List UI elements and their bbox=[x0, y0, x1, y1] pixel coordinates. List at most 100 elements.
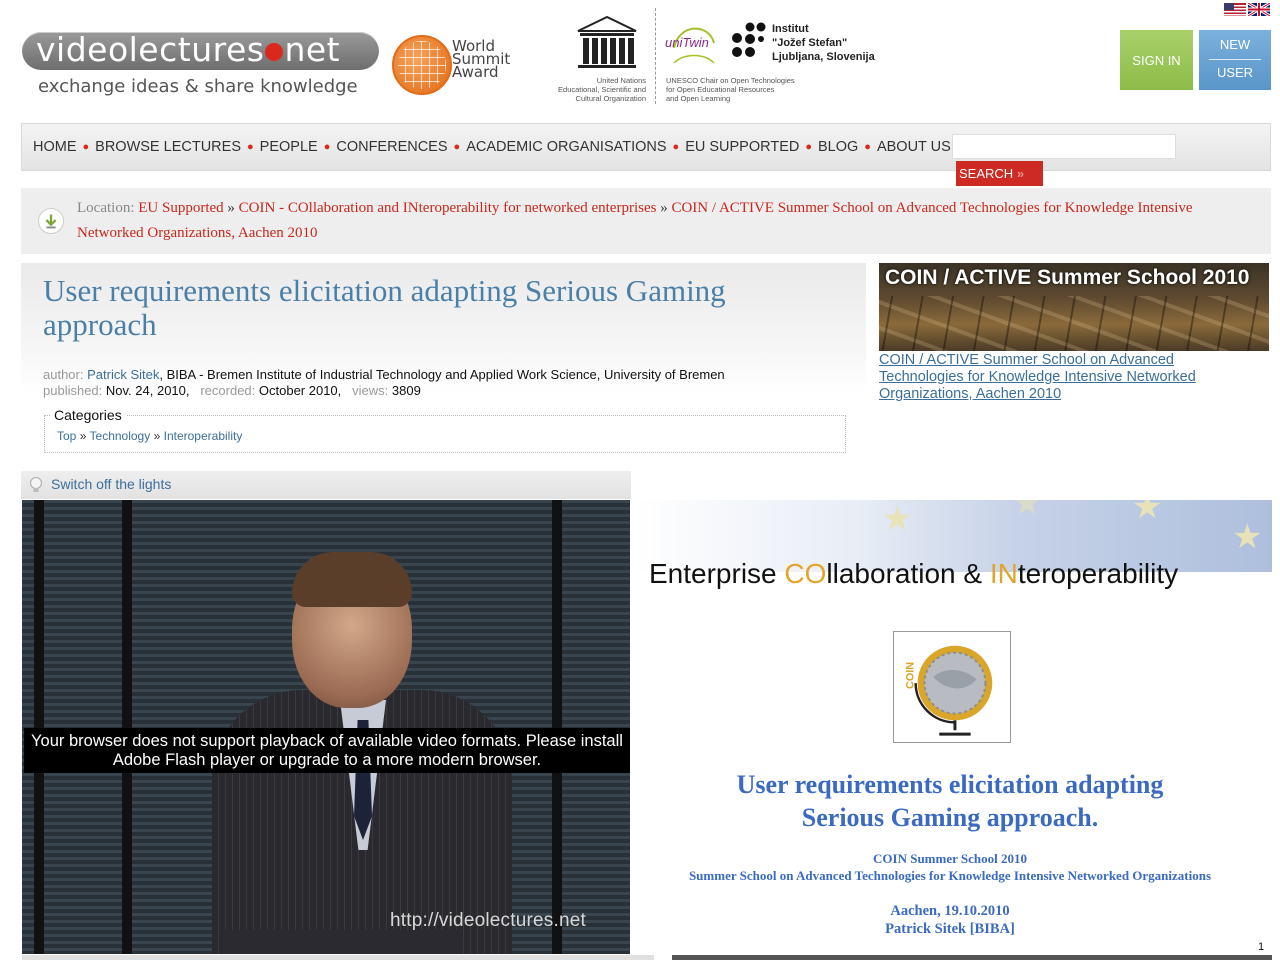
nav-item-browse-lectures[interactable]: BROWSE LECTURES bbox=[95, 139, 241, 155]
double-chevron-right-icon: » bbox=[1016, 166, 1025, 181]
unesco-caption-line: United Nations bbox=[596, 76, 646, 85]
nav-item-about-us[interactable]: ABOUT US bbox=[877, 139, 951, 155]
new-user-button[interactable]: NEW USER bbox=[1199, 30, 1271, 90]
unitwin-caption-line: UNESCO Chair on Open Technologies bbox=[666, 76, 795, 85]
nav-item-eu-supported[interactable]: EU SUPPORTED bbox=[685, 139, 799, 155]
star-icon: ★ bbox=[1232, 518, 1263, 556]
author-affiliation: , BIBA - Bremen Institute of Industrial … bbox=[159, 367, 725, 382]
lecture-title: User requirements elicitation adapting S… bbox=[43, 273, 726, 342]
uk-flag-icon[interactable] bbox=[1247, 3, 1270, 16]
download-arrow-icon[interactable] bbox=[38, 208, 64, 234]
category-link-interoperability[interactable]: Interoperability bbox=[164, 429, 243, 443]
author-link[interactable]: Patrick Sitek bbox=[87, 367, 159, 382]
published-date: Nov. 24, 2010, bbox=[105, 383, 190, 398]
star-icon: ★ bbox=[1012, 500, 1043, 522]
nav-item-conferences[interactable]: CONFERENCES bbox=[336, 139, 447, 155]
unitwin-caption-line: and Open Learning bbox=[666, 94, 731, 103]
lightbulb-icon[interactable] bbox=[28, 476, 44, 494]
switch-off-lights-button[interactable]: Switch off the lights bbox=[51, 476, 171, 492]
slide-heading-part: teroperability bbox=[1017, 558, 1179, 589]
nav-item-blog[interactable]: BLOG bbox=[818, 139, 858, 155]
nav-separator: ● bbox=[672, 141, 680, 153]
search-button-label: SEARCH bbox=[959, 166, 1014, 181]
slide-author: Patrick Sitek [BIBA] bbox=[885, 921, 1015, 937]
video-podium bbox=[222, 930, 462, 954]
logo-part2: net bbox=[284, 30, 341, 69]
search-button[interactable]: SEARCH » bbox=[956, 161, 1043, 186]
video-window-frame bbox=[552, 500, 562, 954]
breadcrumb-link-coin[interactable]: COIN - COllaboration and INteroperabilit… bbox=[239, 200, 657, 216]
unitwin-caption: UNESCO Chair on Open Technologies for Op… bbox=[666, 76, 846, 103]
nav-item-people[interactable]: PEOPLE bbox=[260, 139, 318, 155]
world-summit-award-globe-icon bbox=[392, 35, 452, 95]
nav-separator: ● bbox=[247, 141, 254, 153]
slide-subtitle-line2: Summer School on Advanced Technologies f… bbox=[688, 868, 1212, 883]
unesco-temple-icon bbox=[577, 15, 637, 68]
search-input[interactable] bbox=[952, 134, 1176, 159]
category-link-top[interactable]: Top bbox=[57, 429, 76, 443]
event-thumbnail-title: COIN / ACTIVE Summer School 2010 bbox=[885, 266, 1250, 289]
breadcrumb: Location: EU Supported » COIN - COllabor… bbox=[77, 196, 1242, 246]
event-thumbnail[interactable]: COIN / ACTIVE Summer School 2010 bbox=[879, 263, 1269, 351]
player-progress-bar[interactable] bbox=[22, 955, 654, 960]
unitwin-logo-icon: uniTwin bbox=[665, 27, 715, 64]
event-link[interactable]: COIN / ACTIVE Summer School on Advanced … bbox=[879, 352, 1249, 403]
nav-separator: ● bbox=[864, 141, 871, 153]
nav-item-academic-organisations[interactable]: ACADEMIC ORGANISATIONS bbox=[466, 139, 666, 155]
ijs-line3: Ljubljana, Slovenija bbox=[772, 51, 875, 63]
slide-subtitle-line1: COIN Summer School 2010 bbox=[873, 851, 1027, 866]
ijs-logo-text: Institut "Jožef Stefan" Ljubljana, Slove… bbox=[772, 22, 875, 64]
breadcrumb-separator: » bbox=[660, 200, 668, 216]
views-label: views: bbox=[352, 383, 389, 398]
video-watermark: http://videolectures.net bbox=[390, 910, 586, 931]
star-icon: ★ bbox=[882, 500, 913, 538]
slide-date-author: Aachen, 19.10.2010 Patrick Sitek [BIBA] bbox=[760, 902, 1140, 938]
slide-heading-highlight: CO bbox=[784, 558, 827, 589]
site-logo[interactable]: videolectures net bbox=[36, 30, 340, 69]
nav-separator: ● bbox=[82, 141, 90, 153]
slide-title-line2: Serious Gaming approach. bbox=[801, 803, 1099, 832]
us-flag-icon[interactable] bbox=[1224, 3, 1246, 16]
nav-separator: ● bbox=[805, 141, 812, 153]
world-summit-award-logo: World Summit Award bbox=[452, 39, 510, 80]
slide-heading-part: llaboration & bbox=[826, 558, 990, 589]
recorded-label: recorded: bbox=[200, 383, 256, 398]
ijs-line1: Institut bbox=[772, 23, 809, 35]
header-divider bbox=[655, 8, 657, 104]
video-player[interactable] bbox=[22, 500, 630, 954]
main-nav: HOME ● BROWSE LECTURES ● PEOPLE ● CONFERENCES ●… bbox=[33, 139, 951, 155]
slide-heading-part: Enterprise bbox=[649, 558, 785, 589]
language-flags[interactable] bbox=[1224, 3, 1270, 16]
nav-item-home[interactable]: HOME bbox=[33, 139, 77, 155]
slide-date: Aachen, 19.10.2010 bbox=[890, 903, 1010, 919]
star-icon: ★ bbox=[1132, 500, 1163, 526]
logo-dot-icon bbox=[265, 43, 284, 61]
unesco-caption: United Nations Educational, Scientific a… bbox=[534, 76, 646, 103]
published-label: published: bbox=[43, 383, 103, 398]
unesco-caption-line: Cultural Organization bbox=[575, 94, 646, 103]
video-speaker-hair bbox=[292, 552, 412, 607]
video-window-frame bbox=[122, 500, 132, 954]
category-breadcrumb: Top » Technology » Interoperability bbox=[57, 429, 242, 443]
views-count: 3809 bbox=[391, 383, 421, 398]
breadcrumb-link-eu-supported[interactable]: EU Supported bbox=[138, 200, 223, 216]
coin-globe-logo-icon: COIN bbox=[893, 631, 1011, 743]
sign-in-label: SIGN IN bbox=[1132, 52, 1181, 68]
sign-in-button[interactable]: SIGN IN bbox=[1120, 30, 1193, 90]
ijs-line2: "Jožef Stefan" bbox=[772, 37, 848, 49]
category-separator: » bbox=[153, 429, 161, 443]
unitwin-word: uniTwin bbox=[665, 35, 709, 50]
slide-heading-highlight: IN bbox=[989, 558, 1018, 589]
recorded-date: October 2010, bbox=[258, 383, 342, 398]
new-user-label-line1: NEW bbox=[1219, 37, 1251, 52]
author-label: author: bbox=[43, 367, 84, 382]
lecture-meta: author: Patrick Sitek, BIBA - Bremen Ins… bbox=[43, 367, 725, 399]
breadcrumb-separator: » bbox=[227, 200, 235, 216]
new-user-label-line2: USER bbox=[1216, 65, 1254, 80]
category-link-technology[interactable]: Technology bbox=[90, 429, 151, 443]
slide-heading: Enterprise COllaboration & INteroperabil… bbox=[649, 558, 1178, 590]
lecture-dates-row: published: Nov. 24, 2010, recorded: Octo… bbox=[43, 383, 725, 399]
unesco-caption-line: Educational, Scientific and bbox=[558, 85, 646, 94]
slide-progress-bar[interactable] bbox=[672, 955, 1272, 960]
video-window-frame bbox=[34, 500, 44, 954]
